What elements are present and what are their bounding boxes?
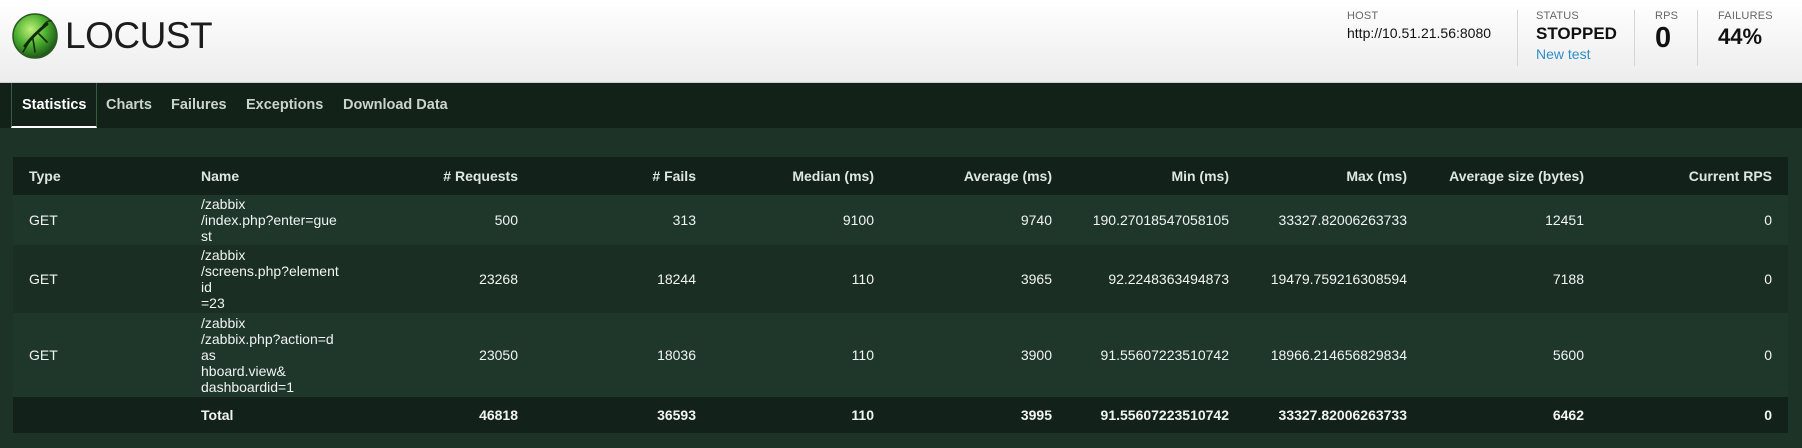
statistics-table-container: Type Name # Requests # Fails Median (ms)…	[13, 157, 1788, 433]
table-row: GET /zabbix/index.php?enter=guest 500 31…	[13, 195, 1788, 245]
cell-type: GET	[29, 212, 58, 228]
failures-stat: FAILURES 44%	[1718, 10, 1773, 50]
cell-name: /zabbix/index.php?enter=guest	[201, 196, 337, 244]
cell-requests: 23268	[479, 271, 518, 287]
divider	[1697, 10, 1698, 66]
status-value: STOPPED	[1536, 24, 1617, 43]
cell-median: 110	[851, 407, 874, 423]
tab-charts[interactable]: Charts	[96, 83, 162, 128]
cell-median: 110	[851, 271, 874, 287]
status-stat: STATUS STOPPED New test	[1536, 10, 1617, 62]
col-max[interactable]: Max (ms)	[1245, 157, 1423, 195]
cell-average: 3900	[1020, 347, 1052, 363]
col-requests[interactable]: # Requests	[357, 157, 534, 195]
cell-avg-size: 12451	[1545, 212, 1584, 228]
statistics-table: Type Name # Requests # Fails Median (ms)…	[13, 157, 1788, 433]
cell-type	[13, 397, 185, 433]
cell-min: 92.2248363494873	[1108, 271, 1229, 287]
col-avg-size[interactable]: Average size (bytes)	[1423, 157, 1600, 195]
cell-requests: 23050	[479, 347, 518, 363]
cell-fails: 18244	[657, 271, 696, 287]
col-name[interactable]: Name	[185, 157, 357, 195]
status-label: STATUS	[1536, 10, 1579, 22]
cell-min: 190.27018547058105	[1092, 212, 1229, 228]
cell-average: 3995	[1020, 407, 1052, 423]
cell-average: 9740	[1020, 212, 1052, 228]
divider	[1634, 10, 1635, 66]
failures-label: FAILURES	[1718, 10, 1773, 22]
rps-value: 0	[1655, 22, 1672, 54]
cell-total-label: Total	[201, 407, 234, 423]
cell-avg-size: 7188	[1552, 271, 1584, 287]
table-row: GET /zabbix/screens.php?elementid =23 232…	[13, 245, 1788, 313]
cell-fails: 36593	[657, 407, 696, 423]
locust-logo[interactable]: LOCUST	[11, 12, 213, 60]
cell-current-rps: 0	[1764, 271, 1772, 287]
cell-avg-size: 6462	[1552, 407, 1584, 423]
cell-median: 9100	[842, 212, 874, 228]
tab-statistics[interactable]: Statistics	[11, 83, 98, 128]
cell-max: 33327.82006263733	[1278, 407, 1407, 423]
new-test-link[interactable]: New test	[1536, 46, 1617, 62]
tab-failures[interactable]: Failures	[161, 83, 237, 128]
cell-avg-size: 5600	[1552, 347, 1584, 363]
cell-fails: 18036	[657, 347, 696, 363]
tab-download-data[interactable]: Download Data	[333, 83, 458, 128]
col-average[interactable]: Average (ms)	[890, 157, 1068, 195]
cell-name: /zabbix/screens.php?elementid =23	[201, 247, 339, 311]
table-header-row: Type Name # Requests # Fails Median (ms)…	[13, 157, 1788, 195]
failures-value: 44%	[1718, 24, 1763, 49]
cell-name: /zabbix/zabbix.php?action=das hboard.view…	[201, 315, 334, 395]
host-stat: HOST http://10.51.21.56:8080	[1347, 10, 1491, 41]
cell-fails: 313	[672, 212, 696, 228]
cell-max: 18966.214656829834	[1270, 347, 1407, 363]
tab-bar: Statistics Charts Failures Exceptions Do…	[0, 83, 1802, 128]
cell-type: GET	[29, 271, 58, 287]
tab-exceptions[interactable]: Exceptions	[236, 83, 333, 128]
cell-current-rps: 0	[1764, 347, 1772, 363]
col-type[interactable]: Type	[13, 157, 185, 195]
top-header: LOCUST HOST http://10.51.21.56:8080 STAT…	[0, 0, 1802, 83]
col-median[interactable]: Median (ms)	[712, 157, 890, 195]
cell-max: 33327.82006263733	[1278, 212, 1407, 228]
total-row: Total 46818 36593 110 3995 91.5560722351…	[13, 397, 1788, 433]
host-label: HOST	[1347, 10, 1379, 22]
logo-text: LOCUST	[65, 15, 213, 56]
cell-max: 19479.759216308594	[1270, 271, 1407, 287]
host-value: http://10.51.21.56:8080	[1347, 25, 1492, 41]
cell-median: 110	[851, 347, 874, 363]
col-fails[interactable]: # Fails	[534, 157, 712, 195]
cell-type: GET	[29, 347, 58, 363]
col-current-rps[interactable]: Current RPS	[1600, 157, 1788, 195]
col-min[interactable]: Min (ms)	[1068, 157, 1245, 195]
cell-requests: 46818	[479, 407, 518, 423]
cell-min: 91.55607223510742	[1100, 407, 1229, 423]
cell-requests: 500	[494, 212, 518, 228]
divider	[1517, 10, 1518, 66]
locust-logo-icon	[12, 13, 58, 59]
cell-average: 3965	[1020, 271, 1052, 287]
rps-label: RPS	[1655, 10, 1679, 22]
rps-stat: RPS 0	[1655, 10, 1678, 55]
cell-current-rps: 0	[1764, 407, 1772, 423]
cell-current-rps: 0	[1764, 212, 1772, 228]
cell-min: 91.55607223510742	[1100, 347, 1229, 363]
table-row: GET /zabbix/zabbix.php?action=das hboard.…	[13, 313, 1788, 397]
